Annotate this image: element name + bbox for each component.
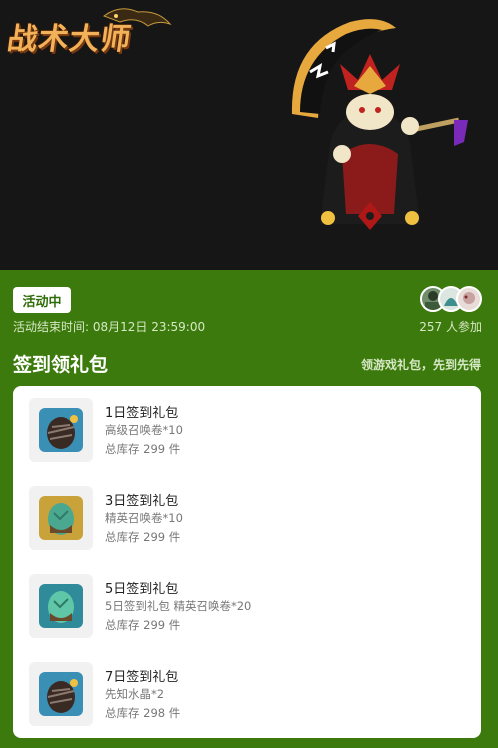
- gift-name: 1日签到礼包: [105, 406, 179, 421]
- gift-stock: 总库存 299 件: [105, 530, 181, 544]
- gift-name: 5日签到礼包: [105, 582, 179, 597]
- participant-count: 257 人参加: [419, 320, 482, 334]
- hero-character-art: [291, 19, 468, 230]
- gift-thumbnail: [29, 574, 93, 638]
- status-badge: 活动中: [13, 287, 71, 313]
- gift-description: 5日签到礼包 精英召唤卷*20: [105, 599, 252, 613]
- gift-stock: 总库存 298 件: [105, 706, 181, 720]
- teal-egg-icon: [39, 584, 83, 628]
- gift-item-day5[interactable]: 5日签到礼包 5日签到礼包 精英召唤卷*20 总库存 299 件: [29, 574, 465, 638]
- logo-text: 战术大师: [5, 22, 134, 57]
- gold-egg-icon: [39, 496, 83, 540]
- gift-description: 精英召唤卷*10: [105, 511, 183, 525]
- gift-thumbnail: [29, 662, 93, 726]
- gift-description: 先知水晶*2: [105, 687, 165, 701]
- gift-thumbnail: [29, 486, 93, 550]
- gift-thumbnail: [29, 398, 93, 462]
- event-info-bar: 活动中 活动结束时间: 08月12日 23:59:00 257 人参加: [0, 270, 498, 340]
- avatar: [456, 286, 482, 312]
- end-time-text: 活动结束时间: 08月12日 23:59:00: [13, 320, 206, 334]
- section-title: 签到领礼包: [13, 354, 109, 376]
- gift-stock: 总库存 299 件: [105, 618, 181, 632]
- gift-list-card: 1日签到礼包 高级召唤卷*10 总库存 299 件 3日签到礼包 精英召唤卷*1…: [13, 386, 481, 738]
- gift-item-day7[interactable]: 7日签到礼包 先知水晶*2 总库存 298 件: [29, 662, 465, 726]
- hero-banner: 战术大师: [0, 0, 498, 270]
- dark-egg-icon: [39, 408, 83, 452]
- gift-name: 3日签到礼包: [105, 494, 179, 509]
- gift-item-day3[interactable]: 3日签到礼包 精英召唤卷*10 总库存 299 件: [29, 486, 465, 550]
- gift-stock: 总库存 299 件: [105, 442, 181, 456]
- gift-description: 高级召唤卷*10: [105, 423, 183, 437]
- gift-name: 7日签到礼包: [105, 670, 179, 685]
- dark-egg-icon: [39, 672, 83, 716]
- section-subtitle: 领游戏礼包，先到先得: [360, 358, 481, 372]
- participant-avatars[interactable]: [420, 286, 482, 312]
- gift-item-day1[interactable]: 1日签到礼包 高级召唤卷*10 总库存 299 件: [29, 398, 465, 462]
